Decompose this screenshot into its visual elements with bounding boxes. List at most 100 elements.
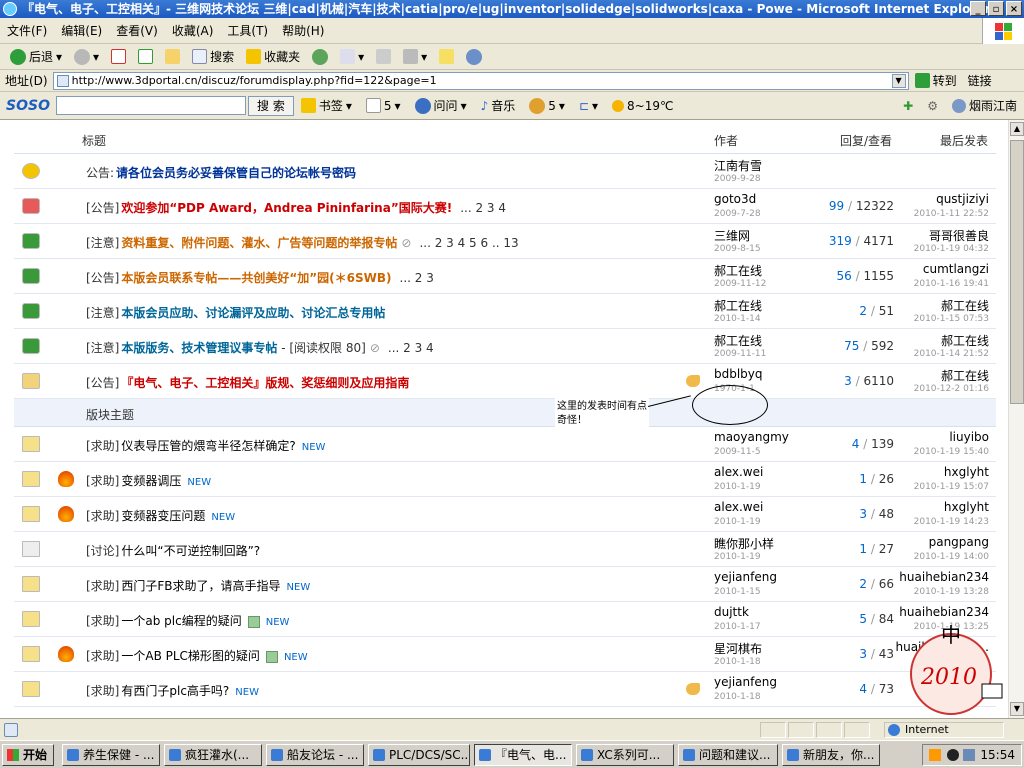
last-poster-link[interactable]: huaihebian234 bbox=[894, 570, 989, 584]
author-link[interactable]: 江南有雪 bbox=[714, 157, 762, 174]
author-link[interactable]: yejianfeng bbox=[714, 570, 777, 584]
soso-search-input[interactable] bbox=[56, 96, 246, 115]
thread-title-link[interactable]: 变频器变压问题 bbox=[121, 509, 205, 523]
author-link[interactable]: 郝工在线 bbox=[714, 297, 762, 314]
menu-help[interactable]: 帮助(H) bbox=[275, 18, 331, 44]
bookmarks-button[interactable]: 书签 ▾ bbox=[294, 97, 359, 114]
scroll-down-icon[interactable]: ▼ bbox=[1010, 702, 1024, 716]
back-button[interactable]: 后退 ▾ bbox=[4, 46, 68, 68]
links-label[interactable]: 链接 bbox=[963, 72, 997, 89]
scroll-thumb[interactable] bbox=[1010, 140, 1024, 404]
task-item[interactable]: 疯狂灌水(... bbox=[164, 744, 262, 766]
close-button[interactable]: × bbox=[1006, 1, 1022, 16]
task-item[interactable]: XC系列可... bbox=[576, 744, 674, 766]
last-poster-link[interactable]: liuyibo bbox=[894, 430, 989, 444]
thread-title-link[interactable]: 资料重复、附件问题、灌水、广告等问题的举报专帖 bbox=[121, 236, 397, 250]
history-button[interactable] bbox=[306, 46, 334, 68]
page-links[interactable]: ... 2 3 4 bbox=[388, 341, 434, 355]
qq-icon[interactable] bbox=[947, 749, 959, 761]
shopping-button[interactable]: ⊏ ▾ bbox=[572, 99, 605, 113]
address-dropdown-icon[interactable]: ▼ bbox=[891, 73, 906, 88]
settings-button[interactable]: ⚙ bbox=[920, 99, 945, 113]
thread-title-link[interactable]: 一个ab plc编程的疑问 bbox=[121, 614, 241, 628]
last-poster-link[interactable]: 郝工在线 bbox=[894, 367, 989, 384]
stop-button[interactable] bbox=[105, 46, 132, 68]
mail-button[interactable]: ▾ bbox=[334, 46, 370, 68]
author-link[interactable]: 郝工在线 bbox=[714, 262, 762, 279]
thread-title-link[interactable]: 『电气、电子、工控相关』版规、奖惩细则及应用指南 bbox=[121, 376, 409, 390]
last-poster-link[interactable]: pangpang bbox=[894, 535, 989, 549]
author-link[interactable]: yejianfeng bbox=[714, 675, 777, 689]
thread-title-link[interactable]: 一个AB PLC梯形图的疑问 bbox=[121, 649, 260, 663]
home-button[interactable] bbox=[159, 46, 186, 68]
menu-edit[interactable]: 编辑(E) bbox=[54, 18, 109, 44]
last-poster-link[interactable]: qustjiziyi bbox=[894, 192, 989, 206]
game-button[interactable]: 5 ▾ bbox=[522, 97, 572, 114]
last-poster-link[interactable]: hxglyht bbox=[894, 465, 989, 479]
author-link[interactable]: 瞧你那小样 bbox=[714, 535, 774, 552]
maximize-button[interactable]: ▫ bbox=[988, 1, 1004, 16]
thread-title-link[interactable]: 本版会员联系专帖——共创美好“加”园(＊6SWB) bbox=[121, 271, 391, 285]
soso-search-button[interactable]: 搜 索 bbox=[248, 95, 294, 116]
favorites-button[interactable]: 收藏夹 bbox=[240, 46, 306, 68]
last-poster-link[interactable]: 郝工在线 bbox=[894, 332, 989, 349]
menu-favorites[interactable]: 收藏(A) bbox=[165, 18, 221, 44]
start-button[interactable]: 开始 bbox=[2, 744, 54, 766]
task-item-active[interactable]: 『电气、电... bbox=[474, 744, 572, 766]
tray-app-icon[interactable] bbox=[929, 749, 941, 761]
thread-title-link[interactable]: 本版会员应助、讨论漏评及应助、讨论汇总专用帖 bbox=[121, 306, 385, 320]
last-poster-link[interactable]: hxglyht bbox=[894, 500, 989, 514]
thread-title-link[interactable]: 西门子FB求助了，请高手指导 bbox=[121, 579, 280, 593]
ask-button[interactable]: 问问 ▾ bbox=[408, 97, 474, 114]
minimize-button[interactable]: _ bbox=[970, 1, 986, 16]
menu-view[interactable]: 查看(V) bbox=[109, 18, 165, 44]
weather-button[interactable]: 8~19℃ bbox=[605, 99, 680, 113]
thread-title-link[interactable]: 欢迎参加“PDP Award，Andrea Pininfarina”国际大赛! bbox=[121, 201, 452, 215]
notes-button[interactable] bbox=[433, 46, 460, 68]
author-link[interactable]: alex.wei bbox=[714, 500, 763, 514]
task-item[interactable]: 养生保健 - ... bbox=[62, 744, 160, 766]
task-item[interactable]: PLC/DCS/SC... bbox=[368, 744, 470, 766]
menu-file[interactable]: 文件(F) bbox=[0, 18, 54, 44]
last-poster-link[interactable]: 郝工在线 bbox=[894, 297, 989, 314]
music-button[interactable]: ♪ 音乐 bbox=[474, 97, 523, 114]
author-link[interactable]: bdblbyq bbox=[714, 367, 763, 381]
soso-logo[interactable]: SOSO bbox=[0, 98, 52, 114]
scroll-up-icon[interactable]: ▲ bbox=[1010, 122, 1024, 136]
author-link[interactable]: goto3d bbox=[714, 192, 756, 206]
forward-button[interactable]: ▾ bbox=[68, 46, 105, 68]
print-button[interactable] bbox=[370, 46, 397, 68]
thread-title-link[interactable]: 本版版务、技术管理议事专帖 bbox=[121, 341, 277, 355]
thread-title-link[interactable]: 什么叫“不可逆控制回路”? bbox=[121, 544, 260, 558]
page-links[interactable]: ... 2 3 bbox=[400, 271, 434, 285]
page-links[interactable]: ... 2 3 4 5 6 .. 13 bbox=[419, 236, 518, 250]
thread-title-link[interactable]: 变频器调压 bbox=[121, 474, 181, 488]
task-item[interactable]: 船友论坛 - ... bbox=[266, 744, 364, 766]
search-button[interactable]: 搜索 bbox=[186, 46, 240, 68]
task-item[interactable]: 问题和建议... bbox=[678, 744, 778, 766]
author-link[interactable]: 星河棋布 bbox=[714, 640, 762, 657]
last-poster-link[interactable]: cumtlangzi bbox=[894, 262, 989, 276]
menu-tools[interactable]: 工具(T) bbox=[220, 18, 275, 44]
add-button[interactable]: ✚ bbox=[896, 99, 920, 113]
refresh-button[interactable] bbox=[132, 46, 159, 68]
go-button[interactable]: 转到 bbox=[909, 72, 963, 89]
messenger-button[interactable] bbox=[460, 46, 488, 68]
task-item[interactable]: 新朋友，你... bbox=[782, 744, 880, 766]
thread-title-link[interactable]: 有西门子plc高手吗? bbox=[121, 684, 229, 698]
author-link[interactable]: 郝工在线 bbox=[714, 332, 762, 349]
thread-title-link[interactable]: 请各位会员务必妥善保管自己的论坛帐号密码 bbox=[116, 166, 356, 180]
page-links[interactable]: ... 2 3 4 bbox=[460, 201, 506, 215]
last-poster-link[interactable]: huaihebian234 bbox=[894, 605, 989, 619]
user-button[interactable]: 烟雨江南 bbox=[945, 97, 1024, 114]
vertical-scrollbar[interactable]: ▲ ▼ bbox=[1008, 120, 1024, 718]
last-poster-link[interactable]: 哥哥很善良 bbox=[894, 227, 989, 244]
thread-title-link[interactable]: 仪表导压管的煨弯半径怎样确定? bbox=[121, 439, 295, 453]
edit-button[interactable]: ▾ bbox=[397, 46, 433, 68]
author-link[interactable]: dujttk bbox=[714, 605, 749, 619]
author-link[interactable]: alex.wei bbox=[714, 465, 763, 479]
network-icon[interactable] bbox=[963, 749, 975, 761]
address-input[interactable]: http://www.3dportal.cn/discuz/forumdispl… bbox=[52, 71, 909, 90]
author-link[interactable]: 三维网 bbox=[714, 227, 750, 244]
mail-count-button[interactable]: 5 ▾ bbox=[359, 98, 408, 113]
